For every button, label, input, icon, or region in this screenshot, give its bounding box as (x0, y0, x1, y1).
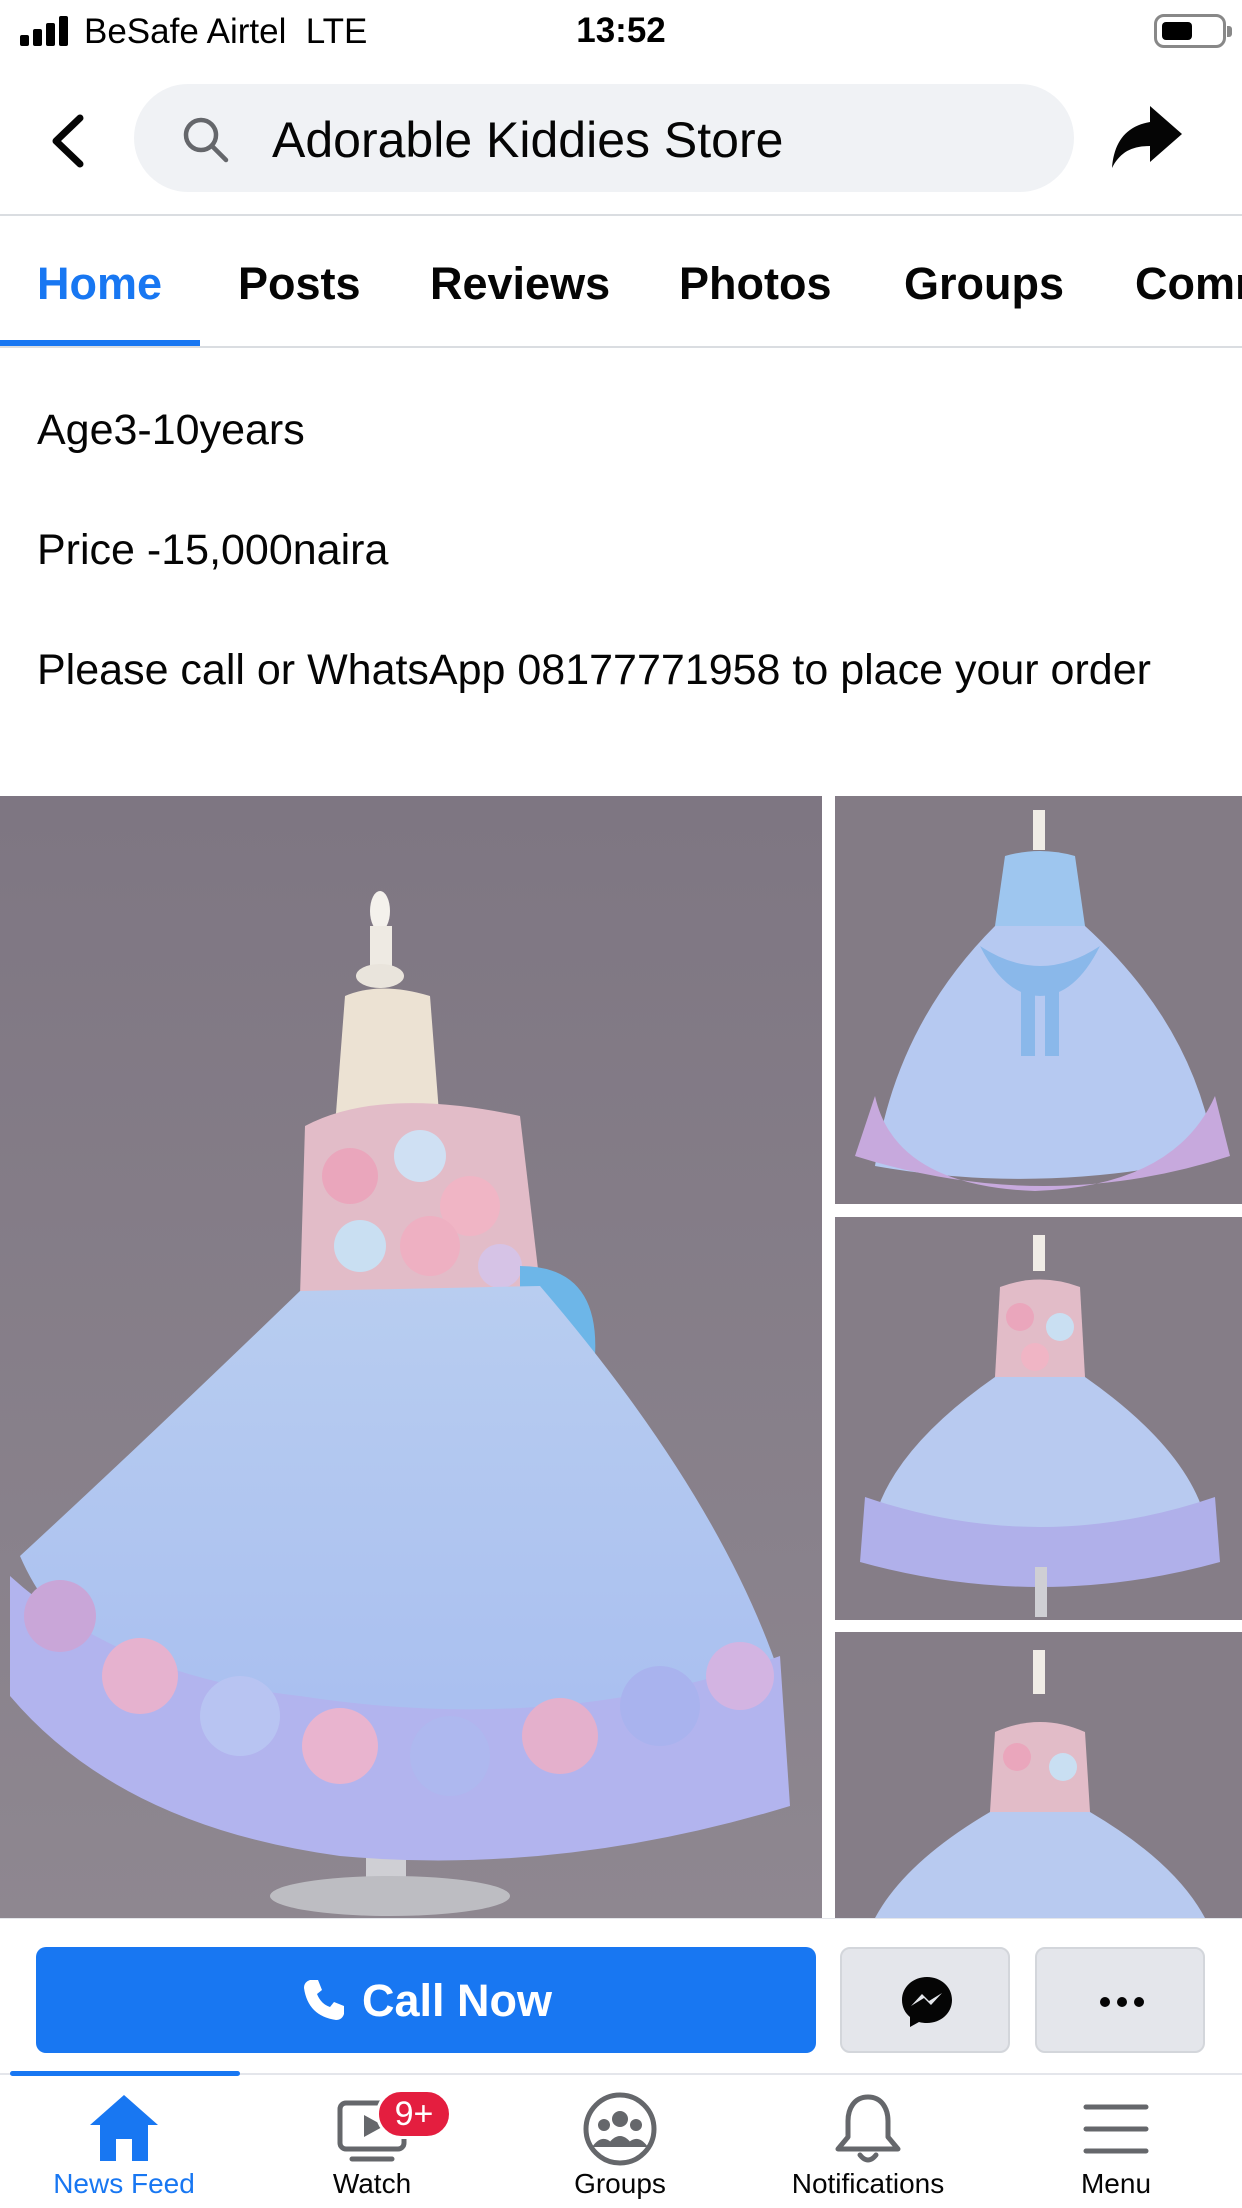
post-photo-front-view[interactable] (835, 1217, 1242, 1620)
bell-icon (835, 2094, 901, 2163)
more-dots-icon (1100, 1997, 1144, 2007)
post-contact-line: Please call or WhatsApp 08177771958 to p… (37, 646, 1151, 694)
post-photo-side-view[interactable] (835, 1632, 1242, 1918)
battery-icon (1154, 14, 1232, 48)
tab-groups[interactable]: Groups (904, 258, 1064, 310)
home-icon (90, 2095, 158, 2161)
post-age-line: Age3-10years (37, 406, 305, 454)
messenger-button[interactable] (840, 1947, 1010, 2053)
page-action-bar: Call Now (0, 1918, 1242, 2073)
post-price-line: Price -15,000naira (37, 526, 389, 574)
post-photo-back-view[interactable] (835, 796, 1242, 1204)
tab-posts[interactable]: Posts (238, 258, 361, 310)
dress-photo-image (0, 796, 822, 1918)
tab-photos[interactable]: Photos (679, 258, 832, 310)
phone-icon (303, 1980, 344, 2021)
dress-front-image (835, 1217, 1242, 1620)
active-tab-indicator (0, 340, 200, 346)
nav-menu[interactable]: Menu (992, 2075, 1240, 2208)
nav-news-feed[interactable]: News Feed (0, 2075, 248, 2208)
nav-groups-label: Groups (574, 2168, 666, 2199)
menu-icon (1083, 2104, 1149, 2154)
tab-reviews[interactable]: Reviews (430, 258, 610, 310)
watch-badge: 9+ (376, 2089, 452, 2139)
call-now-label: Call Now (361, 1975, 553, 2026)
nav-watch[interactable]: 9+ Watch (248, 2075, 496, 2208)
nav-menu-label: Menu (1080, 2168, 1152, 2199)
share-icon (1112, 106, 1182, 168)
search-icon (183, 117, 229, 163)
nav-news-feed-label: News Feed (53, 2168, 195, 2199)
search-bar[interactable]: Adorable Kiddies Store (134, 84, 1074, 192)
tab-community[interactable]: Comm (1135, 258, 1242, 310)
nav-notifications-label: Notifications (791, 2168, 945, 2199)
nav-groups[interactable]: Groups (496, 2075, 744, 2208)
back-button[interactable] (36, 106, 106, 176)
nav-watch-label: Watch (332, 2168, 412, 2199)
status-time: 13:52 (576, 11, 666, 50)
dress-back-image (835, 796, 1242, 1204)
back-arrow-icon (52, 114, 84, 168)
more-options-button[interactable] (1035, 1947, 1205, 2053)
post-text: Age3-10years Price -15,000naira Please c… (37, 400, 1217, 700)
share-button[interactable] (1106, 98, 1186, 178)
bottom-navigation: News Feed 9+ Watch Groups Notifications (0, 2071, 1242, 2208)
messenger-icon (902, 1977, 952, 2027)
status-bar: BeSafe Airtel LTE 13:52 (0, 0, 1242, 62)
search-query: Adorable Kiddies Store (272, 112, 784, 168)
tab-home[interactable]: Home (37, 258, 162, 310)
header: Adorable Kiddies Store (0, 62, 1242, 216)
call-now-button[interactable]: Call Now (36, 1947, 816, 2053)
page-tabs: Home Posts Reviews Photos Groups Comm (0, 216, 1242, 348)
dress-side-image (835, 1632, 1242, 1918)
post-photo-main[interactable] (0, 796, 822, 1918)
groups-icon (583, 2092, 657, 2166)
nav-notifications[interactable]: Notifications (744, 2075, 992, 2208)
